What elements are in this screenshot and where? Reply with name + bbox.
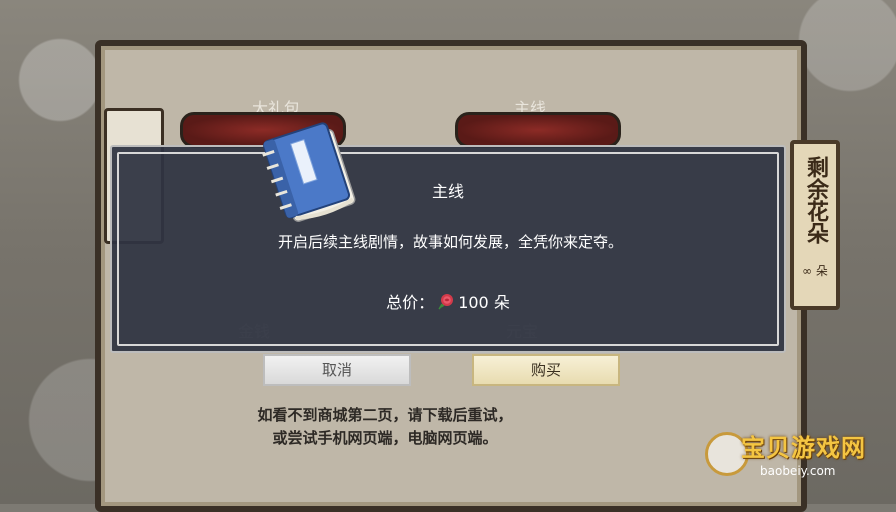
shop-item-main[interactable] [455, 112, 621, 148]
remaining-flowers-panel: 剩余花朵 [790, 140, 840, 310]
buy-button[interactable]: 购买 [472, 354, 620, 386]
remaining-flowers-label: 剩余花朵 [803, 156, 828, 244]
price-value: 100 朵 [458, 293, 510, 312]
watermark: 宝贝游戏网 baobeiy.com [705, 428, 890, 498]
dialog-description: 开启后续主线剧情，故事如何发展，全凭你来定夺。 [278, 233, 624, 251]
notice-line-2: 或尝试手机网页端，电脑网页端。 [272, 429, 498, 447]
purchase-dialog: 主线 开启后续主线剧情，故事如何发展，全凭你来定夺。 总价： 100 朵 [110, 145, 786, 353]
dialog-title: 主线 [431, 182, 464, 201]
price-row: 总价： 100 朵 [112, 289, 784, 314]
remaining-flowers-count: ∞ 朵 [802, 264, 828, 278]
price-label: 总价： [386, 293, 435, 312]
shop-notice: 如看不到商城第二页，请下载后重试， 或尝试手机网页端，电脑网页端。 [175, 404, 595, 450]
book-icon [252, 115, 370, 227]
rose-icon [437, 292, 455, 314]
watermark-title: 宝贝游戏网 [741, 434, 866, 462]
cancel-button[interactable]: 取消 [263, 354, 411, 386]
watermark-url: baobeiy.com [760, 464, 836, 478]
notice-line-1: 如看不到商城第二页，请下载后重试， [257, 406, 513, 424]
